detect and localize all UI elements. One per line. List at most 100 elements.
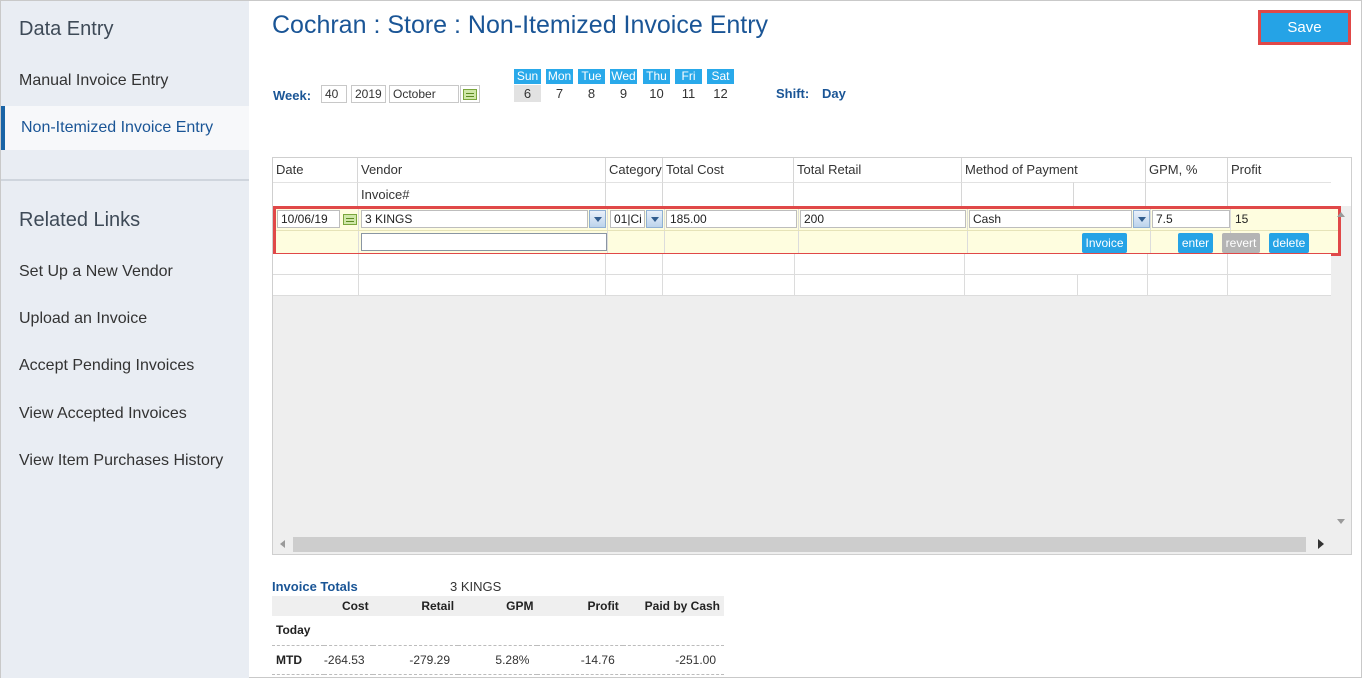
category-dropdown-arrow-icon[interactable]: [646, 210, 663, 228]
scroll-left-arrow-icon[interactable]: [280, 540, 285, 548]
header-blank-cell: [1073, 182, 1145, 206]
total-cost-input[interactable]: 185.00: [666, 210, 797, 228]
sidebar-heading-data-entry: Data Entry: [19, 18, 114, 40]
col-header-total-retail: Total Retail: [793, 158, 961, 182]
col-header-profit: Profit: [1227, 158, 1331, 182]
totals-cell-gpm: [458, 616, 538, 646]
totals-cell-cost: -264.53: [323, 645, 373, 675]
header-blank-cell: [793, 182, 961, 206]
totals-row-today: Today: [272, 616, 724, 646]
shift-label: Shift:: [776, 86, 810, 101]
day-header-fri[interactable]: Fri: [675, 69, 702, 84]
revert-button[interactable]: revert: [1222, 233, 1260, 253]
link-view-item-purchases-history[interactable]: View Item Purchases History: [1, 439, 249, 483]
sidebar: Data Entry Manual Invoice Entry Non-Item…: [1, 1, 249, 678]
vendor-dropdown-arrow-icon[interactable]: [589, 210, 606, 228]
totals-cell-profit: -14.76: [537, 645, 623, 675]
enter-button[interactable]: enter: [1178, 233, 1213, 253]
header-blank-cell: [961, 182, 1073, 206]
month-input[interactable]: October: [389, 85, 459, 103]
sidebar-divider: [1, 179, 249, 181]
week-label: Week:: [273, 88, 312, 103]
app-window: Data Entry Manual Invoice Entry Non-Item…: [0, 0, 1362, 678]
horizontal-scrollbar[interactable]: [273, 534, 1351, 554]
invoice-grid: Date Vendor Category Total Cost Total Re…: [272, 157, 1352, 555]
gpm-input[interactable]: 7.5: [1152, 210, 1230, 228]
totals-cell-gpm: 5.28%: [458, 645, 538, 675]
col-header-category: Category: [605, 158, 662, 182]
grid-header-second-row: Invoice#: [273, 182, 1351, 206]
totals-cell-cost: [323, 616, 373, 646]
link-upload-invoice[interactable]: Upload an Invoice: [1, 297, 249, 341]
col-header-gpm: GPM, %: [1145, 158, 1227, 182]
totals-header-gpm: GPM: [458, 596, 538, 616]
link-set-up-new-vendor[interactable]: Set Up a New Vendor: [1, 250, 249, 294]
day-header-sat[interactable]: Sat: [707, 69, 734, 84]
scroll-down-arrow-icon[interactable]: [1337, 519, 1345, 524]
totals-cell-profit: [537, 616, 623, 646]
totals-header-retail: Retail: [372, 596, 459, 616]
day-number-fri[interactable]: 11: [675, 85, 702, 102]
profit-value: 15: [1235, 212, 1249, 226]
horizontal-scroll-thumb[interactable]: [293, 537, 1306, 552]
table-row[interactable]: [273, 275, 1331, 296]
scroll-up-arrow-icon[interactable]: [1337, 212, 1345, 217]
day-header-sun[interactable]: Sun: [514, 69, 541, 84]
day-header-thu[interactable]: Thu: [643, 69, 670, 84]
payment-method-select[interactable]: Cash: [969, 210, 1132, 228]
invoice-totals-title: Invoice Totals: [272, 579, 358, 594]
category-select[interactable]: 01|Ci: [610, 210, 645, 228]
day-number-sat[interactable]: 12: [707, 85, 734, 102]
table-row[interactable]: [273, 254, 1331, 275]
totals-cell-paid: [622, 616, 724, 646]
day-number-thu[interactable]: 10: [643, 85, 670, 102]
calendar-icon: [463, 89, 477, 100]
active-entry-row: 10/06/19 3 KINGS 01|Ci 185.00 200 Cash 7…: [273, 206, 1341, 256]
scroll-right-arrow-icon[interactable]: [1318, 539, 1324, 549]
vendor-select[interactable]: 3 KINGS: [361, 210, 588, 228]
date-calendar-button[interactable]: [340, 210, 358, 228]
col-header-invoice-number: Invoice#: [357, 182, 605, 206]
link-accept-pending-invoices[interactable]: Accept Pending Invoices: [1, 344, 249, 388]
totals-cell-retail: -279.29: [372, 645, 459, 675]
totals-header-row: Cost Retail GPM Profit Paid by Cash: [272, 596, 724, 616]
totals-cell-retail: [372, 616, 459, 646]
header-blank-cell: [1227, 182, 1331, 206]
save-button[interactable]: Save: [1258, 10, 1351, 45]
header-blank-cell: [605, 182, 662, 206]
invoice-totals-table: Cost Retail GPM Profit Paid by Cash Toda…: [272, 596, 724, 675]
week-number-input[interactable]: 40: [321, 85, 347, 103]
day-number-wed[interactable]: 9: [610, 85, 637, 102]
col-header-total-cost: Total Cost: [662, 158, 793, 182]
day-number-tue[interactable]: 8: [578, 85, 605, 102]
day-header-wed[interactable]: Wed: [610, 69, 637, 84]
header-blank-cell: [273, 182, 357, 206]
col-header-vendor: Vendor: [357, 158, 605, 182]
invoice-number-input[interactable]: [361, 233, 607, 251]
sidebar-item-non-itemized-invoice-entry[interactable]: Non-Itemized Invoice Entry: [1, 106, 249, 150]
total-retail-input[interactable]: 200: [800, 210, 966, 228]
day-header-mon[interactable]: Mon: [546, 69, 573, 84]
link-view-accepted-invoices[interactable]: View Accepted Invoices: [1, 392, 249, 436]
day-number-sun[interactable]: 6: [514, 85, 541, 102]
year-input[interactable]: 2019: [351, 85, 386, 103]
totals-header-blank: [272, 596, 324, 616]
week-calendar-button[interactable]: [460, 85, 480, 103]
totals-row-label: MTD: [272, 645, 324, 675]
sidebar-item-manual-invoice-entry[interactable]: Manual Invoice Entry: [1, 59, 249, 103]
totals-row-mtd: MTD -264.53 -279.29 5.28% -14.76 -251.00: [272, 645, 724, 675]
calendar-icon: [343, 214, 357, 225]
delete-button[interactable]: delete: [1269, 233, 1309, 253]
shift-value[interactable]: Day: [822, 86, 846, 101]
day-number-mon[interactable]: 7: [546, 85, 573, 102]
invoice-totals-vendor: 3 KINGS: [450, 579, 502, 594]
totals-cell-paid: -251.00: [622, 645, 724, 675]
date-input[interactable]: 10/06/19: [277, 210, 340, 228]
day-header-tue[interactable]: Tue: [578, 69, 605, 84]
col-header-date: Date: [273, 158, 357, 182]
totals-header-cost: Cost: [323, 596, 373, 616]
payment-method-dropdown-arrow-icon[interactable]: [1133, 210, 1150, 228]
totals-row-label: Today: [272, 616, 324, 646]
header-blank-cell: [662, 182, 793, 206]
invoice-button[interactable]: Invoice: [1082, 233, 1127, 253]
